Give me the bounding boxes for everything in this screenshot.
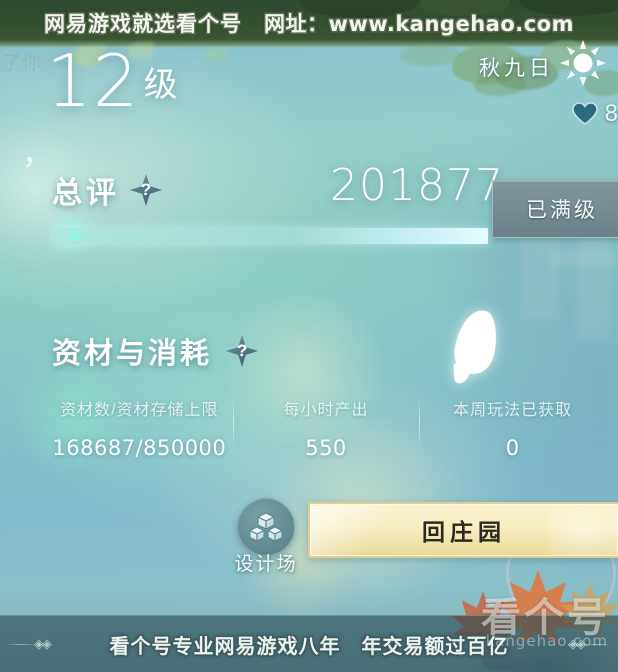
stat-label: 资材数/资材存储上限 <box>60 402 219 419</box>
divider-rule <box>582 644 612 645</box>
design-field-button[interactable]: 设计场 <box>232 498 300 576</box>
return-to-manor-label: 回庄园 <box>422 519 506 545</box>
heart-count-value: 8 <box>604 100 618 127</box>
diamond-ornament: ◈◈ <box>34 636 52 651</box>
resources-section-header: 资材与消耗 ? <box>52 330 259 372</box>
stat-value: 550 <box>305 436 347 460</box>
max-level-badge: 已满级 <box>492 180 618 238</box>
watermark-top-right-text: 网址：www.kangehao.com <box>264 12 574 36</box>
watermark-top-left-text: 网易游戏就选看个号 <box>44 12 242 36</box>
season-day-label: 秋九日 <box>479 57 554 80</box>
stat-column: 每小时产出 550 <box>232 396 420 460</box>
estate-level: 12 级 <box>46 39 178 123</box>
design-field-label: 设计场 <box>234 554 298 575</box>
rating-score-value: 201877 <box>330 160 504 211</box>
stat-column: 资材数/资材存储上限 168687/850000 <box>46 396 233 460</box>
rating-help-icon[interactable]: ? <box>130 174 162 206</box>
leaf-silhouette <box>206 48 228 61</box>
question-mark-glyph: ? <box>140 180 152 199</box>
rating-section-header: 总评 ? <box>52 168 162 212</box>
resource-stats-row: 资材数/资材存储上限 168687/850000 每小时产出 550 本周玩法已… <box>46 396 606 460</box>
divider-rule <box>6 644 36 645</box>
game-screen: 了你 ， 12 级 秋九日 8 总评 ? 201877 已满级 资材与消耗 ? … <box>0 0 618 672</box>
top-watermark-banner: 网易游戏就选看个号 网址：www.kangehao.com <box>0 0 618 46</box>
heart-icon <box>571 102 598 126</box>
foliage-clump <box>400 44 460 66</box>
resources-help-icon[interactable]: ? <box>226 335 259 367</box>
cubes-icon <box>237 498 295 556</box>
white-feather-decoration <box>451 307 501 377</box>
stat-label: 每小时产出 <box>283 402 369 419</box>
stat-value: 0 <box>505 436 520 460</box>
max-level-badge-label: 已满级 <box>526 199 598 222</box>
stat-label: 本周玩法已获取 <box>453 402 573 419</box>
background-pillar <box>548 250 618 266</box>
level-unit-label: 级 <box>143 66 178 105</box>
resources-title: 资材与消耗 <box>52 338 213 370</box>
rating-title: 总评 <box>52 177 120 210</box>
stat-value: 168687/850000 <box>52 436 227 460</box>
residual-dialogue-text: 了你 <box>2 53 43 74</box>
return-to-manor-button[interactable]: 回庄园 <box>308 502 618 558</box>
progress-spark-glow <box>62 231 88 241</box>
level-number: 12 <box>46 39 140 123</box>
stat-column: 本周玩法已获取 0 <box>419 396 606 460</box>
question-mark-glyph: ? <box>236 341 248 360</box>
residual-comma: ， <box>22 138 52 171</box>
sun-icon <box>560 40 606 86</box>
rating-progress-bar <box>54 228 488 244</box>
rating-progress-fill <box>54 228 488 244</box>
heart-counter[interactable]: 8 <box>571 100 618 127</box>
watermark-bottom-text: 看个号专业网易游戏八年 年交易额过百亿 <box>109 633 509 658</box>
bottom-watermark-banner: ◈◈ 看个号专业网易游戏八年 年交易额过百亿 ◈◈ <box>0 615 618 672</box>
